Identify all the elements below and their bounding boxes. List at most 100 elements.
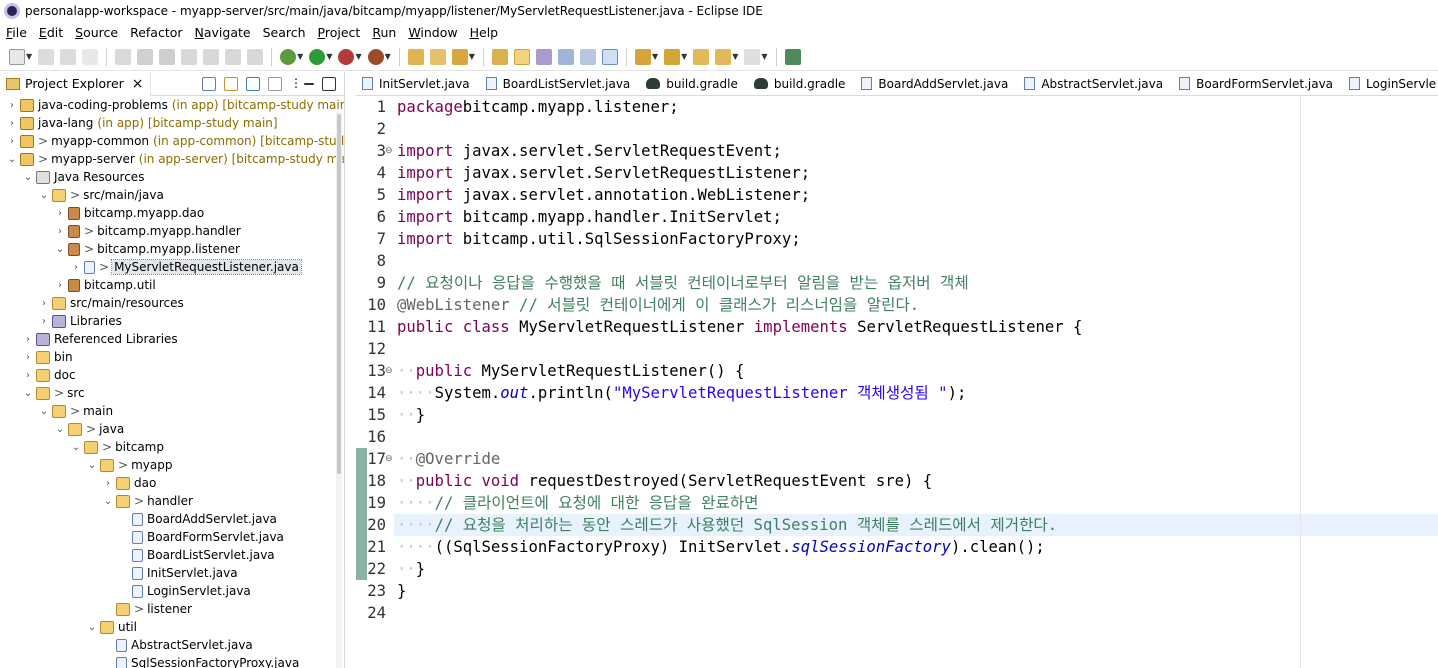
next-annotation-icon[interactable]: [634, 48, 651, 65]
menu-source[interactable]: Source: [69, 25, 124, 40]
chevron-right-icon[interactable]: ›: [54, 226, 66, 237]
chevron-right-icon[interactable]: ›: [70, 262, 82, 273]
skip-breakpoints-icon[interactable]: [115, 48, 132, 65]
chevron-right-icon[interactable]: ›: [6, 118, 18, 129]
view-menu-icon[interactable]: ⋮: [290, 77, 302, 91]
code-line[interactable]: }: [397, 580, 406, 602]
open-type-icon[interactable]: [407, 48, 424, 65]
external-tools-icon[interactable]: [367, 48, 384, 65]
editor-tab[interactable]: BoardAddServlet.java: [855, 72, 1018, 95]
chevron-down-icon[interactable]: ⌄: [54, 244, 66, 255]
tree-item[interactable]: BoardAddServlet.java: [118, 510, 277, 528]
tree-item[interactable]: › > myapp-common (in app-common) [bitcamp-s…: [6, 132, 344, 150]
coverage-icon[interactable]: [338, 48, 355, 65]
chevron-down-icon[interactable]: ⌄: [70, 442, 82, 453]
tree-item[interactable]: ⌄ > myapp: [86, 456, 173, 474]
scrollbar-thumb[interactable]: [337, 114, 341, 474]
code-line[interactable]: import bitcamp.myapp.handler.InitServlet…: [397, 206, 782, 228]
chevron-down-icon[interactable]: ⌄: [54, 424, 66, 435]
tree-item[interactable]: ⌄ > handler: [102, 492, 193, 510]
tree-item[interactable]: SqlSessionFactoryProxy.java: [102, 654, 299, 668]
editor-tab[interactable]: LoginServle: [1343, 72, 1438, 95]
tree-item[interactable]: AbstractServlet.java: [102, 636, 253, 654]
tree-item[interactable]: > listener: [102, 600, 192, 618]
last-edit-location-icon[interactable]: [693, 48, 710, 65]
save-all-icon[interactable]: [60, 48, 77, 65]
menu-file[interactable]: File: [0, 25, 33, 40]
tree-item[interactable]: ⌄ > bitcamp.myapp.listener: [54, 240, 240, 258]
maximize-icon[interactable]: [322, 76, 336, 91]
chevron-down-icon[interactable]: ▼: [732, 52, 738, 61]
tree-item[interactable]: ⌄ > java: [54, 420, 124, 438]
code-area[interactable]: packagebitcamp.myapp.listener; import jav…: [394, 96, 1438, 668]
chevron-down-icon[interactable]: ⌄: [38, 190, 50, 201]
code-line[interactable]: import javax.servlet.ServletRequestListe…: [397, 162, 810, 184]
code-line[interactable]: ····// 클라이언트에 요청에 대한 응답을 완료하면: [397, 492, 759, 514]
tree-item[interactable]: › java-lang (in app) [bitcamp-study main]: [6, 114, 278, 132]
previous-annotation-icon[interactable]: [664, 48, 681, 65]
chevron-right-icon[interactable]: ›: [102, 478, 114, 489]
menu-refactor[interactable]: Refactor: [124, 25, 188, 40]
code-line[interactable]: @WebListener // 서블릿 컨테이너에게 이 클래스가 리스너임을 …: [397, 294, 919, 316]
code-line[interactable]: packagebitcamp.myapp.listener;: [397, 96, 679, 118]
chevron-down-icon[interactable]: ▼: [652, 52, 658, 61]
tree-item[interactable]: › bitcamp.myapp.dao: [54, 204, 204, 222]
step-into-icon[interactable]: [203, 48, 220, 65]
menu-search[interactable]: Search: [257, 25, 312, 40]
block-selection-icon[interactable]: [557, 48, 574, 65]
step-return-icon[interactable]: [247, 48, 264, 65]
chevron-down-icon[interactable]: ⌄: [86, 622, 98, 633]
back-icon[interactable]: [715, 48, 732, 65]
chevron-right-icon[interactable]: ›: [22, 334, 34, 345]
tree-item[interactable]: › Libraries: [38, 312, 122, 330]
toggle-mark-occurrences-icon[interactable]: [491, 48, 508, 65]
chevron-down-icon[interactable]: ▼: [385, 52, 391, 61]
fold-toggle-icon[interactable]: ⊖: [385, 448, 393, 470]
step-over-icon[interactable]: [225, 48, 242, 65]
terminate-icon[interactable]: [159, 48, 176, 65]
tree-item[interactable]: ⌄ > bitcamp: [70, 438, 164, 456]
chevron-down-icon[interactable]: ▼: [326, 52, 332, 61]
tab-project-explorer[interactable]: Project Explorer ×: [0, 72, 151, 96]
menu-edit[interactable]: Edit: [33, 25, 69, 40]
focus-icon[interactable]: [268, 76, 282, 91]
chevron-down-icon[interactable]: ⌄: [86, 460, 98, 471]
editor-tab[interactable]: BoardListServlet.java: [480, 72, 641, 95]
fold-toggle-icon[interactable]: ⊖: [385, 140, 393, 162]
code-line[interactable]: ··}: [397, 558, 425, 580]
tree-item[interactable]: › src/main/resources: [38, 294, 184, 312]
chevron-right-icon[interactable]: ›: [6, 136, 18, 147]
tree-item[interactable]: LoginServlet.java: [118, 582, 251, 600]
filter-icon[interactable]: [246, 76, 260, 91]
tree-item[interactable]: BoardListServlet.java: [118, 546, 275, 564]
toggle-breadcrumb-icon[interactable]: [535, 48, 552, 65]
code-line[interactable]: ····System.out.println("MyServletRequest…: [397, 382, 966, 404]
code-line[interactable]: ····((SqlSessionFactoryProxy) InitServle…: [397, 536, 1045, 558]
tree-item[interactable]: BoardFormServlet.java: [118, 528, 284, 546]
forward-icon[interactable]: [744, 48, 761, 65]
code-line[interactable]: ··}: [397, 404, 425, 426]
collapse-all-icon[interactable]: [202, 76, 216, 91]
chevron-down-icon[interactable]: ⌄: [22, 388, 34, 399]
tree-item[interactable]: ⌄ > src/main/java: [38, 186, 164, 204]
code-editor[interactable]: 1 2 3 ⊖ 4 5 6 7 8 9 10 11 12 13 ⊖ 14 15 16 17 ⊖ 18 19 20 21 22 23…: [356, 96, 1438, 668]
fold-toggle-icon[interactable]: ⊖: [385, 360, 393, 382]
menu-navigate[interactable]: Navigate: [189, 25, 257, 40]
tree-item[interactable]: › Referenced Libraries: [22, 330, 178, 348]
chevron-right-icon[interactable]: ›: [54, 280, 66, 291]
chevron-down-icon[interactable]: ▼: [355, 52, 361, 61]
editor-tab[interactable]: build.gradle: [748, 72, 856, 95]
disconnect-icon[interactable]: [181, 48, 198, 65]
tree-item[interactable]: ⌄ > main: [38, 402, 113, 420]
close-icon[interactable]: ×: [132, 76, 144, 92]
show-whitespace-icon[interactable]: [601, 48, 618, 65]
code-line[interactable]: ····// 요청을 처리하는 동안 스레드가 사용했던 SqlSession …: [397, 514, 1057, 536]
new-icon[interactable]: [9, 48, 25, 65]
highlight-icon[interactable]: [513, 48, 530, 65]
code-line[interactable]: import javax.servlet.annotation.WebListe…: [397, 184, 810, 206]
menu-window[interactable]: Window: [402, 25, 463, 40]
tree-item[interactable]: ⌄ util: [86, 618, 137, 636]
editor-tab[interactable]: build.gradle: [640, 72, 748, 95]
word-wrap-icon[interactable]: [579, 48, 596, 65]
chevron-down-icon[interactable]: ⌄: [102, 496, 114, 507]
